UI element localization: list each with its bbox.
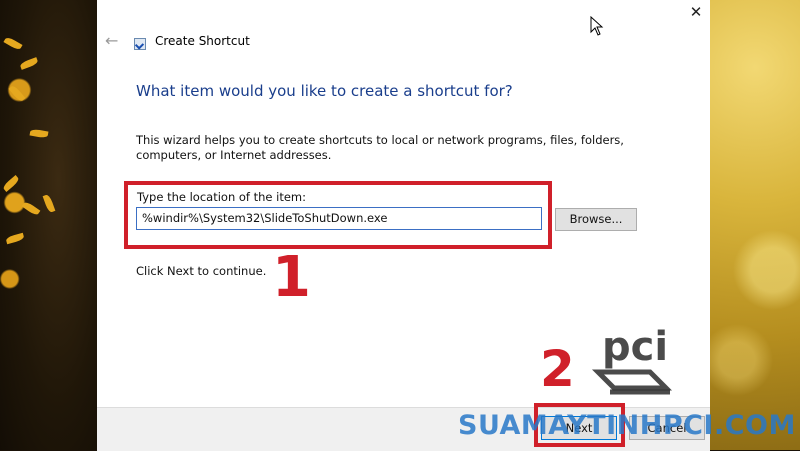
window-title: Create Shortcut xyxy=(155,34,250,48)
step-number-2: 2 xyxy=(540,340,575,398)
svg-text:pci: pci xyxy=(602,324,668,370)
browse-button[interactable]: Browse... xyxy=(555,208,637,231)
continue-hint: Click Next to continue. xyxy=(136,264,267,278)
desktop-wallpaper-left xyxy=(0,0,97,450)
highlight-box-location xyxy=(124,181,552,249)
pci-logo: pci xyxy=(591,324,673,395)
mouse-cursor-icon xyxy=(590,16,604,36)
back-arrow-icon[interactable]: ← xyxy=(105,31,118,50)
close-icon[interactable]: ✕ xyxy=(687,3,705,21)
step-number-1: 1 xyxy=(272,245,311,310)
shortcut-icon xyxy=(134,38,146,50)
watermark-text: SUAMAYTINHPCI.COM xyxy=(458,410,796,441)
wizard-description: This wizard helps you to create shortcut… xyxy=(136,133,624,162)
desktop-wallpaper-right xyxy=(710,0,800,450)
page-title: What item would you like to create a sho… xyxy=(136,82,513,100)
